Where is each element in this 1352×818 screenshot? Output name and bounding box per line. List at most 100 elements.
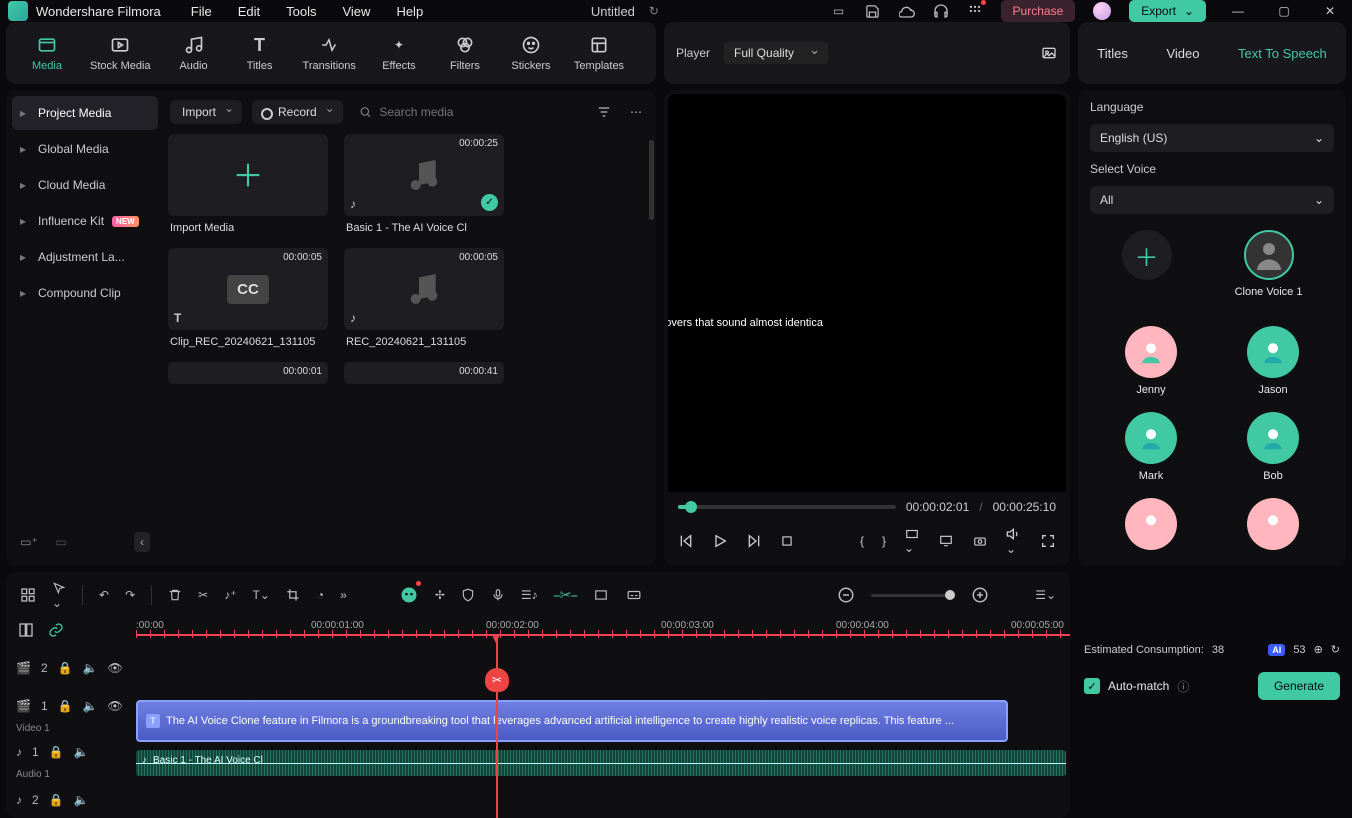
search-input[interactable] xyxy=(379,105,576,119)
rtab-video[interactable]: Video xyxy=(1160,36,1205,71)
tab-stickers[interactable]: Stickers xyxy=(500,28,562,78)
import-dropdown[interactable]: Import xyxy=(170,100,242,124)
lock-icon[interactable]: 🔒 xyxy=(58,661,73,675)
menu-file[interactable]: File xyxy=(191,4,212,19)
crop-icon[interactable] xyxy=(286,588,301,603)
refresh-icon[interactable]: ↻ xyxy=(645,2,663,20)
sidebar-cloud-media[interactable]: ▸Cloud Media xyxy=(12,168,158,202)
music-edit-icon[interactable]: ♪⁺ xyxy=(224,588,236,602)
tab-audio[interactable]: Audio xyxy=(163,28,225,78)
track-head-t2[interactable]: 🎬2 🔒 🔈 👁 xyxy=(6,661,136,675)
apps-icon[interactable] xyxy=(967,3,983,19)
sidebar-adjustment-layer[interactable]: ▸Adjustment La... xyxy=(12,240,158,274)
sidebar-compound-clip[interactable]: ▸Compound Clip xyxy=(12,276,158,310)
menu-view[interactable]: View xyxy=(342,4,370,19)
lock-icon[interactable]: 🔒 xyxy=(49,745,64,759)
collapse-sidebar[interactable]: ‹ xyxy=(134,532,150,552)
menu-help[interactable]: Help xyxy=(396,4,423,19)
player-canvas[interactable]: eplicas. This feature enables users to g… xyxy=(668,94,1066,492)
fullscreen-icon[interactable] xyxy=(1040,533,1056,549)
card-extra2[interactable]: 00:00:41 xyxy=(344,362,504,384)
zoom-in-icon[interactable] xyxy=(971,586,989,604)
sidebar-influence-kit[interactable]: ▸Influence KitNEW xyxy=(12,204,158,238)
tab-transitions[interactable]: Transitions xyxy=(295,28,364,78)
window-minimize[interactable]: — xyxy=(1224,4,1252,18)
add-voice[interactable]: ＋ xyxy=(1122,230,1172,298)
menu-tools[interactable]: Tools xyxy=(286,4,316,19)
ai-cut-icon[interactable]: ⎯✂⎯ xyxy=(554,588,578,603)
cloud-icon[interactable] xyxy=(899,3,915,19)
new-folder-icon[interactable]: ▭⁺ xyxy=(20,533,38,551)
seek-bar[interactable] xyxy=(678,505,896,509)
list-view-icon[interactable]: ☰⌄ xyxy=(1035,588,1056,602)
mute-icon[interactable]: 🔈 xyxy=(74,793,89,807)
timeline-layout-icon[interactable] xyxy=(18,622,34,638)
display-icon[interactable] xyxy=(938,534,954,548)
help-icon[interactable]: ⓘ xyxy=(1177,678,1189,695)
record-dropdown[interactable]: Record xyxy=(252,100,343,124)
sparkle-icon[interactable]: ✢ xyxy=(435,588,445,602)
purchase-button[interactable]: Purchase xyxy=(1001,0,1076,22)
media-scrollbar[interactable] xyxy=(649,140,654,220)
menu-edit[interactable]: Edit xyxy=(238,4,260,19)
refresh-credits-icon[interactable]: ↻ xyxy=(1331,643,1340,656)
window-maximize[interactable]: ▢ xyxy=(1270,4,1298,18)
card-rec[interactable]: 00:00:05 ♪ REC_20240621_131105 xyxy=(344,248,504,348)
voice-bob[interactable]: Bob xyxy=(1222,412,1324,482)
zoom-slider[interactable] xyxy=(871,594,955,597)
card-cliprec[interactable]: 00:00:05 CC T Clip_REC_20240621_131105 xyxy=(168,248,328,348)
search-media[interactable] xyxy=(353,105,582,119)
next-frame-icon[interactable] xyxy=(746,533,762,549)
eye-icon[interactable]: 👁 xyxy=(108,699,123,713)
eye-icon[interactable]: 👁 xyxy=(108,661,123,675)
rtab-tts[interactable]: Text To Speech xyxy=(1232,36,1333,71)
tab-filters[interactable]: Filters xyxy=(434,28,496,78)
lock-icon[interactable]: 🔒 xyxy=(49,793,64,807)
new-bin-icon[interactable]: ▭ xyxy=(52,533,70,551)
voice-mark[interactable]: Mark xyxy=(1100,412,1202,482)
mic-icon[interactable] xyxy=(491,587,505,603)
rtab-titles[interactable]: Titles xyxy=(1091,36,1134,71)
play-icon[interactable] xyxy=(712,533,728,549)
redo-icon[interactable]: ↷ xyxy=(125,588,135,602)
automatch-checkbox[interactable]: ✓ xyxy=(1084,678,1100,694)
tracks-icon[interactable]: ☰♪ xyxy=(521,588,538,602)
quality-dropdown[interactable]: Full Quality xyxy=(724,42,828,64)
mute-icon[interactable]: 🔈 xyxy=(83,699,98,713)
headphones-icon[interactable] xyxy=(933,3,949,19)
more-tools-icon[interactable]: » xyxy=(340,588,347,602)
track-head-a2[interactable]: ♪2 🔒 🔈 xyxy=(6,793,136,807)
voice-jason[interactable]: Jason xyxy=(1222,326,1324,396)
volume-icon[interactable]: ⌄ xyxy=(1006,526,1022,556)
voice-filter-dropdown[interactable]: All⌄ xyxy=(1090,186,1334,214)
mark-in-icon[interactable]: { xyxy=(860,534,864,548)
camera-icon[interactable] xyxy=(972,534,988,548)
tab-templates[interactable]: Templates xyxy=(566,28,632,78)
link-icon[interactable] xyxy=(48,622,64,638)
sidebar-project-media[interactable]: ▸Project Media xyxy=(12,96,158,130)
delete-icon[interactable] xyxy=(168,587,182,603)
mute-icon[interactable]: 🔈 xyxy=(74,745,89,759)
caption-icon[interactable] xyxy=(625,588,643,602)
voice-jenny[interactable]: Jenny xyxy=(1100,326,1202,396)
doc-title[interactable]: Untitled xyxy=(591,4,635,19)
lock-icon[interactable]: 🔒 xyxy=(58,699,73,713)
window-close[interactable]: ✕ xyxy=(1316,4,1344,18)
language-dropdown[interactable]: English (US)⌄ xyxy=(1090,124,1334,152)
ai-bot-icon[interactable] xyxy=(399,585,419,605)
card-basic1[interactable]: 00:00:25 ♪ ✓ Basic 1 - The AI Voice Cl xyxy=(344,134,504,234)
generate-button[interactable]: Generate xyxy=(1258,672,1340,700)
split-icon[interactable]: ✂ xyxy=(198,588,208,602)
voice-extra2[interactable] xyxy=(1222,498,1324,550)
add-credits-icon[interactable]: ⊕ xyxy=(1314,643,1323,656)
undo-icon[interactable]: ↶ xyxy=(99,588,109,602)
more-icon[interactable]: ⋯ xyxy=(626,101,646,123)
audio-clip[interactable]: ♪Basic 1 - The AI Voice Cl xyxy=(136,750,1066,776)
card-import[interactable]: Import Media xyxy=(168,134,328,234)
export-button[interactable]: Export⌄ xyxy=(1129,0,1206,22)
tl-cursor-icon[interactable]: ⌄ xyxy=(52,580,66,610)
tab-stock-media[interactable]: Stock Media xyxy=(82,28,159,78)
text-clip[interactable]: T The AI Voice Clone feature in Filmora … xyxy=(136,700,1008,742)
tab-media[interactable]: Media xyxy=(16,28,78,78)
time-ruler[interactable]: :00:00 00:00:01:00 00:00:02:00 00:00:03:… xyxy=(136,618,1070,646)
